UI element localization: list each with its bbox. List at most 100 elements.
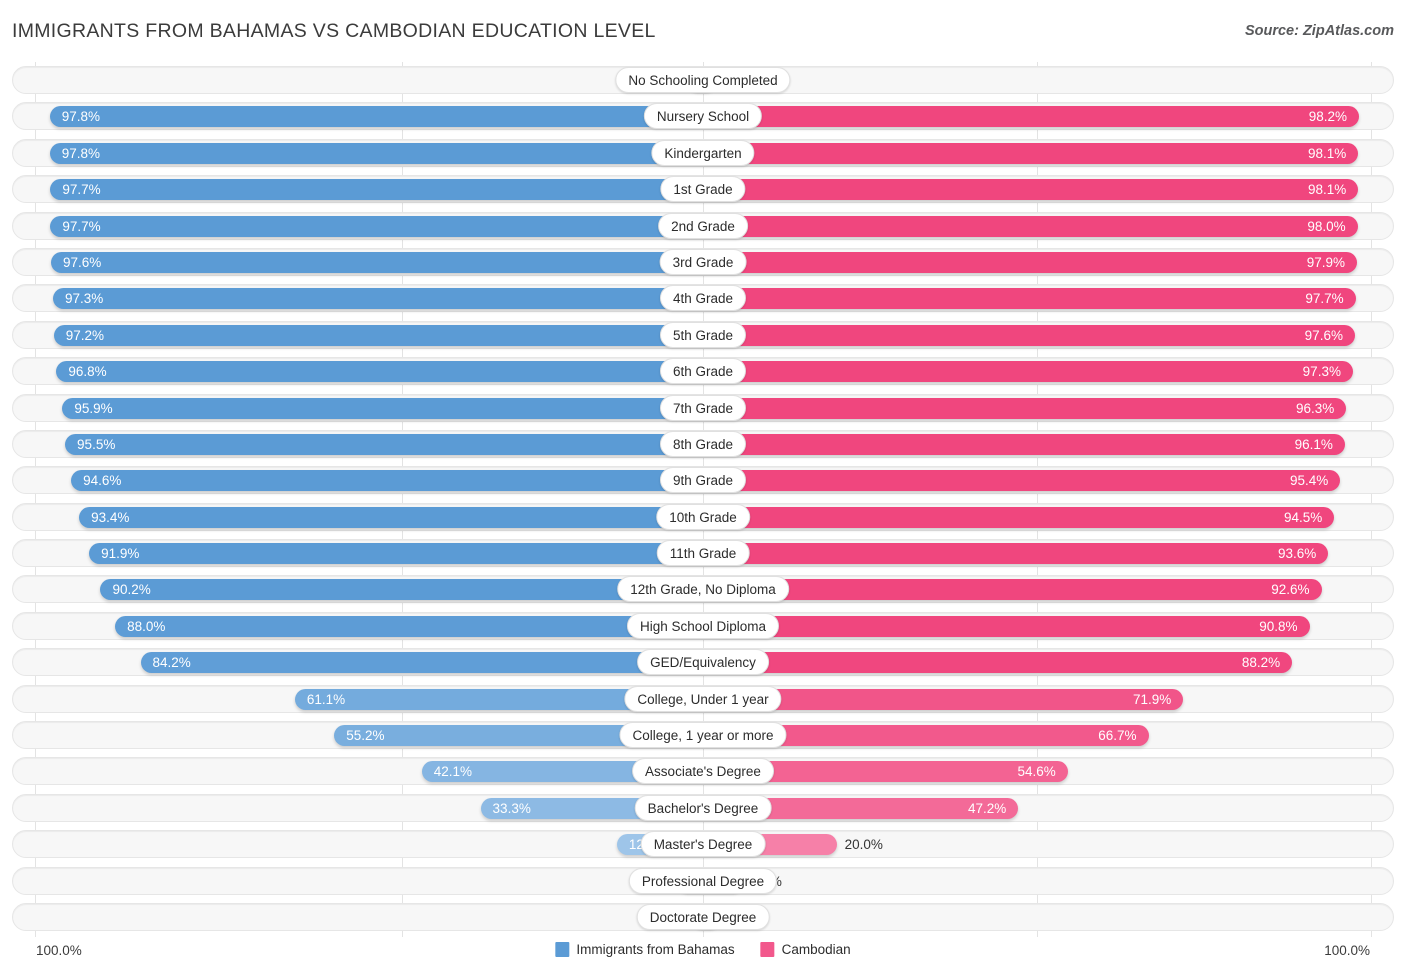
legend-item[interactable]: Immigrants from Bahamas bbox=[555, 942, 734, 957]
bar-left[interactable] bbox=[51, 252, 703, 273]
bar-value-right: 98.0% bbox=[1286, 216, 1346, 237]
bar-value-left: 93.4% bbox=[91, 507, 129, 528]
bar-left[interactable] bbox=[54, 325, 703, 346]
bar-value-left: 88.0% bbox=[127, 616, 165, 637]
chart-row: 97.8%98.1%Kindergarten bbox=[0, 135, 1406, 171]
chart-row: 95.9%96.3%7th Grade bbox=[0, 390, 1406, 426]
chart-row: 84.2%88.2%GED/Equivalency bbox=[0, 644, 1406, 680]
bar-right[interactable] bbox=[703, 616, 1310, 637]
bar-left[interactable] bbox=[100, 579, 703, 600]
bar-left[interactable] bbox=[141, 652, 703, 673]
category-label[interactable]: GED/Equivalency bbox=[637, 649, 769, 675]
bar-right[interactable] bbox=[703, 398, 1346, 419]
category-label[interactable]: 5th Grade bbox=[660, 322, 746, 348]
bar-left[interactable] bbox=[62, 398, 703, 419]
bar-right[interactable] bbox=[703, 507, 1334, 528]
bar-value-right: 54.6% bbox=[996, 761, 1056, 782]
category-label[interactable]: 6th Grade bbox=[660, 358, 746, 384]
chart-row: 97.7% 98.0% 2nd Grade bbox=[0, 208, 1406, 244]
category-label[interactable]: 10th Grade bbox=[656, 504, 750, 530]
bar-right[interactable] bbox=[703, 288, 1356, 309]
bar-right[interactable] bbox=[703, 179, 1358, 200]
bar-value-right: 88.2% bbox=[1220, 652, 1280, 673]
chart-row: 42.1%54.6%Associate's Degree bbox=[0, 753, 1406, 789]
legend-swatch-icon bbox=[761, 942, 775, 957]
bar-right[interactable] bbox=[703, 543, 1328, 564]
bar-value-left: 91.9% bbox=[101, 543, 139, 564]
legend-label: Cambodian bbox=[782, 942, 851, 957]
chart-rows: 2.2%1.9%No Schooling Completed97.8%98.2%… bbox=[0, 62, 1406, 935]
chart-plot-area: 2.2%1.9%No Schooling Completed97.8%98.2%… bbox=[0, 62, 1406, 937]
bar-left[interactable] bbox=[50, 106, 703, 127]
category-label[interactable]: Master's Degree bbox=[641, 831, 766, 857]
bar-right[interactable] bbox=[703, 252, 1357, 273]
chart-row: 91.9% 93.6% 11th Grade bbox=[0, 535, 1406, 571]
category-label[interactable]: 2nd Grade bbox=[658, 213, 748, 239]
bar-value-right: 97.6% bbox=[1283, 325, 1343, 346]
bar-right[interactable] bbox=[703, 652, 1292, 673]
category-label[interactable]: College, 1 year or more bbox=[619, 722, 786, 748]
category-label[interactable]: No Schooling Completed bbox=[615, 67, 790, 93]
bar-value-right: 93.6% bbox=[1256, 543, 1316, 564]
category-label[interactable]: High School Diploma bbox=[627, 613, 779, 639]
category-label[interactable]: Kindergarten bbox=[651, 140, 754, 166]
chart-row: 1.5%2.6%Doctorate Degree bbox=[0, 899, 1406, 935]
category-label[interactable]: 3rd Grade bbox=[660, 249, 747, 275]
bar-left[interactable] bbox=[71, 470, 703, 491]
bar-value-right: 98.2% bbox=[1287, 106, 1347, 127]
chart-footer: 100.0% 100.0% Immigrants from BahamasCam… bbox=[0, 936, 1406, 975]
bar-value-right: 98.1% bbox=[1286, 143, 1346, 164]
chart-row: 97.3%97.7%4th Grade bbox=[0, 280, 1406, 316]
category-label[interactable]: Professional Degree bbox=[629, 868, 777, 894]
chart-row: 96.8%97.3%6th Grade bbox=[0, 353, 1406, 389]
legend-item[interactable]: Cambodian bbox=[761, 942, 851, 957]
bar-left[interactable] bbox=[53, 288, 703, 309]
category-label[interactable]: Nursery School bbox=[644, 103, 762, 129]
source-attribution: Source: ZipAtlas.com bbox=[1245, 23, 1394, 39]
chart-row: 88.0%90.8%High School Diploma bbox=[0, 608, 1406, 644]
bar-value-right: 66.7% bbox=[1077, 725, 1137, 746]
bar-left[interactable] bbox=[50, 216, 703, 237]
bar-value-left: 97.7% bbox=[62, 179, 100, 200]
category-label[interactable]: 8th Grade bbox=[660, 431, 746, 457]
bar-right[interactable] bbox=[703, 470, 1340, 491]
bar-right[interactable] bbox=[703, 579, 1322, 600]
category-label[interactable]: College, Under 1 year bbox=[624, 686, 781, 712]
bar-left[interactable] bbox=[79, 507, 703, 528]
bar-value-right: 97.3% bbox=[1281, 361, 1341, 382]
bar-right[interactable] bbox=[703, 434, 1345, 455]
category-label[interactable]: Doctorate Degree bbox=[637, 904, 770, 930]
category-label[interactable]: 4th Grade bbox=[660, 285, 746, 311]
category-label[interactable]: Associate's Degree bbox=[632, 758, 774, 784]
bar-left[interactable] bbox=[50, 143, 703, 164]
bar-right[interactable] bbox=[703, 106, 1359, 127]
category-label[interactable]: 11th Grade bbox=[657, 540, 750, 566]
category-label[interactable]: 9th Grade bbox=[660, 467, 746, 493]
bar-right[interactable] bbox=[703, 216, 1358, 237]
category-label[interactable]: 7th Grade bbox=[660, 395, 746, 421]
bar-left[interactable] bbox=[115, 616, 703, 637]
bar-value-left: 55.2% bbox=[346, 725, 384, 746]
bar-value-right: 98.1% bbox=[1286, 179, 1346, 200]
category-label[interactable]: Bachelor's Degree bbox=[635, 795, 772, 821]
bar-right[interactable] bbox=[703, 325, 1355, 346]
category-label[interactable]: 1st Grade bbox=[660, 176, 745, 202]
bar-value-left: 97.7% bbox=[62, 216, 100, 237]
legend-label: Immigrants from Bahamas bbox=[576, 942, 734, 957]
bar-left[interactable] bbox=[89, 543, 703, 564]
bar-left[interactable] bbox=[56, 361, 703, 382]
bar-left[interactable] bbox=[65, 434, 703, 455]
bar-right[interactable] bbox=[703, 143, 1358, 164]
chart-row: 97.7% 98.1% 1st Grade bbox=[0, 171, 1406, 207]
axis-label-right: 100.0% bbox=[1324, 943, 1370, 958]
chart-row: 95.5%96.1%8th Grade bbox=[0, 426, 1406, 462]
chart-legend: Immigrants from Bahamas Cambodian bbox=[555, 942, 850, 957]
category-label[interactable]: 12th Grade, No Diploma bbox=[617, 576, 789, 602]
bar-value-left: 61.1% bbox=[307, 689, 345, 710]
bar-left[interactable] bbox=[50, 179, 703, 200]
bar-value-left: 97.3% bbox=[65, 288, 103, 309]
chart-row: 12.9%20.0%Master's Degree bbox=[0, 826, 1406, 862]
chart-row: 94.6%95.4%9th Grade bbox=[0, 462, 1406, 498]
bar-right[interactable] bbox=[703, 361, 1353, 382]
chart-row: 55.2% 66.7% College, 1 year or more bbox=[0, 717, 1406, 753]
